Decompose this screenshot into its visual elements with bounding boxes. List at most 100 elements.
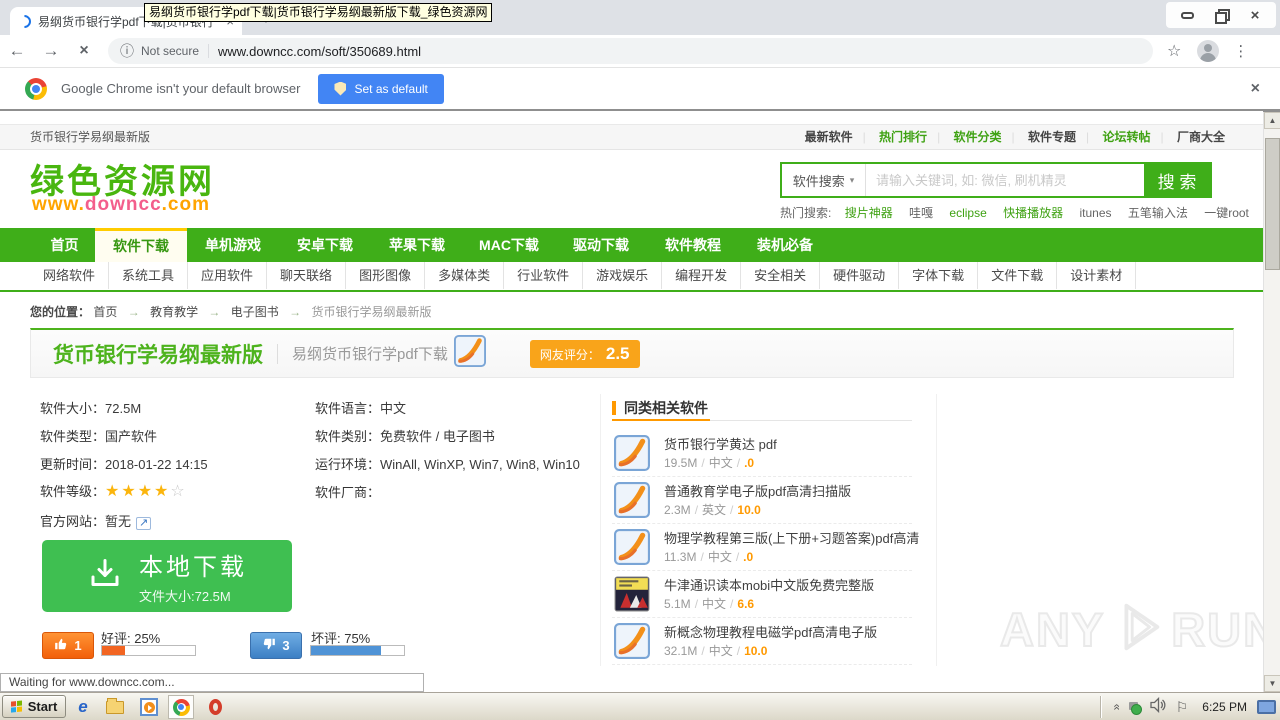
related-title[interactable]: 物理学教程第三版(上下册+习题答案)pdf高清 xyxy=(664,528,919,547)
stop-button[interactable]: × xyxy=(68,42,100,60)
nav-essentials[interactable]: 装机必备 xyxy=(739,228,831,262)
related-item[interactable]: 物理学教程第三版(上下册+习题答案)pdf高清 11.3M / 中文 / .0 xyxy=(612,524,919,571)
address-bar[interactable]: ⓘ Not secure www.downcc.com/soft/350689.… xyxy=(108,38,1153,64)
related-item[interactable]: 牛津通识读本mobi中文版免费完整版 5.1M / 中文/6.6 xyxy=(612,571,912,618)
display-icon[interactable] xyxy=(1257,700,1276,714)
nav-tutorials[interactable]: 软件教程 xyxy=(647,228,739,262)
search-category-dropdown[interactable]: 软件搜索 ▾ xyxy=(782,164,866,196)
profile-avatar[interactable] xyxy=(1197,40,1220,62)
thumbs-up-button[interactable]: 1 xyxy=(42,632,94,659)
link-hot-ranking[interactable]: 热门排行 xyxy=(879,130,927,144)
start-button[interactable]: Start xyxy=(2,695,66,718)
nav-software-download[interactable]: 软件下载 xyxy=(95,228,187,262)
info-label: 软件语言： xyxy=(315,401,381,416)
subnav-item[interactable]: 聊天联络 xyxy=(267,262,347,289)
info-label: 官方网站： xyxy=(40,514,106,529)
nav-pc-games[interactable]: 单机游戏 xyxy=(187,228,279,262)
arrow-icon: → xyxy=(289,305,302,319)
divider xyxy=(600,394,601,666)
arrow-icon: → xyxy=(127,305,140,319)
network-status-icon[interactable] xyxy=(1128,701,1142,715)
related-title[interactable]: 货币银行学黄达 pdf xyxy=(664,434,777,453)
scroll-down-button[interactable]: ▼ xyxy=(1264,675,1280,692)
taskbar-media-button[interactable] xyxy=(138,697,160,717)
subnav-item[interactable]: 安全相关 xyxy=(741,262,821,289)
nav-android[interactable]: 安卓下载 xyxy=(279,228,371,262)
browser-menu-icon[interactable]: ⋮ xyxy=(1233,42,1248,60)
breadcrumb-subcategory[interactable]: 电子图书 xyxy=(231,305,279,319)
subnav-item[interactable]: 系统工具 xyxy=(109,262,189,289)
subnav-item[interactable]: 图形图像 xyxy=(346,262,426,289)
forward-button[interactable]: → xyxy=(34,41,68,61)
link-software-categories[interactable]: 软件分类 xyxy=(954,130,1002,144)
link-latest-software[interactable]: 最新软件 xyxy=(805,130,853,144)
search-button[interactable]: 搜 索 xyxy=(1144,164,1210,196)
security-flag-icon[interactable]: ⚐ xyxy=(1176,699,1189,716)
related-title[interactable]: 新概念物理教程电磁学pdf高清电子版 xyxy=(664,622,877,641)
page-info-icon[interactable]: ⓘ xyxy=(120,41,134,61)
notification-close-icon[interactable]: × xyxy=(1251,80,1260,98)
bookmark-star-icon[interactable]: ☆ xyxy=(1167,41,1181,61)
minimize-button[interactable] xyxy=(1172,5,1202,25)
taskbar-chrome-button[interactable] xyxy=(168,695,194,719)
taskbar-folder-button[interactable] xyxy=(104,697,126,717)
breadcrumb-home[interactable]: 首页 xyxy=(93,305,117,319)
link-vendors[interactable]: 厂商大全 xyxy=(1177,130,1225,144)
subnav-item[interactable]: 应用软件 xyxy=(188,262,268,289)
clock[interactable]: 6:25 PM xyxy=(1202,700,1247,714)
hot-link[interactable]: 哇嘎 xyxy=(909,206,933,220)
related-size: 5.1M xyxy=(664,597,691,611)
hot-search-label: 热门搜索: xyxy=(780,206,832,220)
subnav-item[interactable]: 多媒体类 xyxy=(425,262,505,289)
tray-expand-icon[interactable]: » xyxy=(1109,700,1123,714)
info-value[interactable]: 免费软件 / 电子图书 xyxy=(380,429,495,444)
subnav-item[interactable]: 硬件驱动 xyxy=(820,262,900,289)
taskbar-opera-button[interactable] xyxy=(204,697,226,717)
link-software-topics[interactable]: 软件专题 xyxy=(1028,130,1076,144)
related-score: 10.0 xyxy=(737,503,761,517)
set-as-default-button[interactable]: Set as default xyxy=(318,73,444,104)
nav-apple[interactable]: 苹果下载 xyxy=(371,228,463,262)
subnav-item[interactable]: 网络软件 xyxy=(30,262,110,289)
hot-link[interactable]: 快播播放器 xyxy=(1003,206,1063,220)
close-button[interactable]: × xyxy=(1240,5,1270,25)
nav-mac[interactable]: MAC下载 xyxy=(463,228,555,262)
search-input[interactable] xyxy=(866,164,1144,196)
breadcrumb-category[interactable]: 教育教学 xyxy=(150,305,198,319)
back-button[interactable]: ← xyxy=(0,41,34,61)
subnav-item[interactable]: 设计素材 xyxy=(1057,262,1137,289)
related-item[interactable]: 新概念物理教程电磁学pdf高清电子版 32.1M / 中文/10.0 xyxy=(612,618,912,665)
nav-drivers[interactable]: 驱动下载 xyxy=(555,228,647,262)
scrollbar-thumb[interactable] xyxy=(1265,138,1280,270)
restore-button[interactable] xyxy=(1206,5,1236,25)
subnav-item[interactable]: 文件下载 xyxy=(978,262,1058,289)
hot-link[interactable]: itunes xyxy=(1079,206,1111,220)
related-score: 10.0 xyxy=(744,644,768,658)
nav-home[interactable]: 首页 xyxy=(34,228,95,262)
site-logo-url[interactable]: www.downcc.com xyxy=(32,194,210,216)
related-item[interactable]: 普通教育学电子版pdf高清扫描版 2.3M / 英文/10.0 xyxy=(612,477,912,524)
related-title[interactable]: 牛津通识读本mobi中文版免费完整版 xyxy=(664,575,874,594)
scroll-up-button[interactable]: ▲ xyxy=(1264,112,1280,129)
hot-link[interactable]: 搜片神器 xyxy=(845,206,893,220)
local-download-button[interactable]: 本地下载 文件大小:72.5M xyxy=(42,540,292,612)
hot-link[interactable]: 一键root xyxy=(1204,206,1249,220)
link-forum-repost[interactable]: 论坛转帖 xyxy=(1103,130,1151,144)
utility-bar-title: 货币银行学易纲最新版 xyxy=(30,130,151,144)
page-scrollbar[interactable]: ▲ ▼ xyxy=(1263,112,1280,692)
hot-link[interactable]: eclipse xyxy=(949,206,986,220)
set-as-default-label: Set as default xyxy=(354,81,428,96)
external-link-icon[interactable]: ↗ xyxy=(136,517,152,530)
volume-icon[interactable] xyxy=(1150,696,1166,718)
related-item[interactable]: 货币银行学黄达 pdf 19.5M / 中文 / .0 xyxy=(612,430,912,477)
subnav-item[interactable]: 游戏娱乐 xyxy=(583,262,663,289)
chrome-logo-icon xyxy=(25,77,47,100)
subnav-item[interactable]: 编程开发 xyxy=(662,262,742,289)
thumbs-down-button[interactable]: 3 xyxy=(250,632,302,659)
subnav-item[interactable]: 行业软件 xyxy=(504,262,584,289)
url-text[interactable]: www.downcc.com/soft/350689.html xyxy=(218,44,421,59)
taskbar-ie-button[interactable]: e xyxy=(72,697,94,717)
hot-link[interactable]: 五笔输入法 xyxy=(1128,206,1188,220)
related-title[interactable]: 普通教育学电子版pdf高清扫描版 xyxy=(664,481,851,500)
subnav-item[interactable]: 字体下载 xyxy=(899,262,979,289)
